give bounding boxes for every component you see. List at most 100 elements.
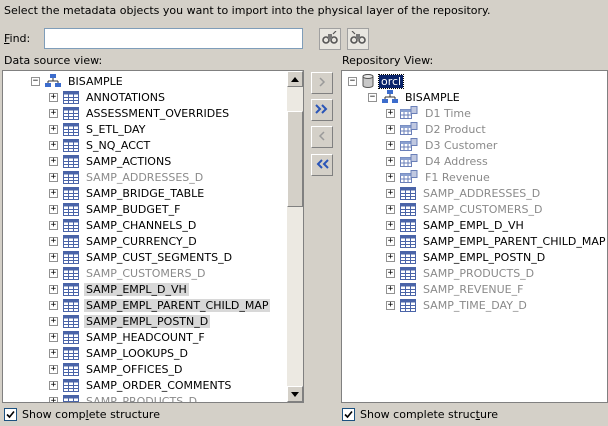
rv-show-complete-structure-checkbox[interactable]: Show complete structure	[342, 408, 498, 421]
expand-toggle-icon[interactable]: +	[49, 236, 58, 246]
expand-toggle-icon[interactable]: +	[386, 268, 395, 278]
tree-item[interactable]: + SAMP_OFFICES_D	[49, 361, 184, 377]
expand-toggle-icon[interactable]: +	[49, 332, 58, 342]
tree-item[interactable]: + SAMP_CHANNELS_D	[49, 217, 198, 233]
expand-toggle-icon[interactable]: +	[49, 140, 58, 150]
expand-toggle-icon[interactable]: +	[386, 124, 395, 134]
tree-item[interactable]: + SAMP_ADDRESSES_D	[386, 185, 542, 201]
expand-toggle-icon[interactable]: +	[49, 204, 58, 214]
tree-item[interactable]: + SAMP_EMPL_POSTN_D	[386, 249, 547, 265]
checkbox-checked-icon[interactable]	[4, 408, 17, 421]
binoculars-icon	[322, 30, 338, 48]
tree-item[interactable]: + S_NQ_ACCT	[49, 137, 152, 153]
expand-toggle-icon[interactable]: +	[49, 172, 58, 182]
cube-icon	[400, 138, 418, 152]
tree-item[interactable]: + SAMP_HEADCOUNT_F	[49, 329, 207, 345]
tree-item[interactable]: + SAMP_EMPL_PARENT_CHILD_MAP	[386, 233, 607, 249]
tree-node-bisample[interactable]: − BISAMPLE	[31, 73, 125, 89]
expand-toggle-icon[interactable]: +	[49, 300, 58, 310]
expand-toggle-icon[interactable]: +	[386, 300, 395, 310]
expand-toggle-icon[interactable]: +	[49, 108, 58, 118]
data-source-scrollbar[interactable]	[287, 71, 303, 402]
tree-item-label: SAMP_PRODUCTS_D	[86, 394, 198, 403]
remove-all-button[interactable]	[311, 154, 333, 176]
tree-item[interactable]: + ANNOTATIONS	[49, 89, 167, 105]
expand-toggle-icon[interactable]: +	[49, 252, 58, 262]
ds-show-complete-structure-checkbox[interactable]: Show complete structure	[4, 408, 160, 421]
expand-toggle-icon[interactable]: +	[386, 172, 395, 182]
schema-icon	[382, 90, 398, 104]
tree-item-label: SAMP_HEADCOUNT_F	[86, 330, 205, 344]
expand-toggle-icon[interactable]: +	[386, 108, 395, 118]
expand-toggle-icon[interactable]: +	[386, 236, 395, 246]
expand-toggle-icon[interactable]: +	[386, 220, 395, 230]
expand-toggle-icon[interactable]: +	[49, 124, 58, 134]
tree-item[interactable]: + SAMP_BUDGET_F	[49, 201, 182, 217]
tree-item[interactable]: + D4 Address	[386, 153, 490, 169]
tree-item[interactable]: + SAMP_CUSTOMERS_D	[49, 265, 207, 281]
scroll-thumb[interactable]	[287, 111, 303, 207]
expand-toggle-icon[interactable]: +	[386, 204, 395, 214]
expand-toggle-icon[interactable]: +	[49, 348, 58, 358]
expand-toggle-icon[interactable]: +	[386, 140, 395, 150]
tree-item[interactable]: + SAMP_ORDER_COMMENTS	[49, 377, 233, 393]
collapse-toggle-icon[interactable]: −	[31, 76, 40, 86]
tree-item-label: ANNOTATIONS	[86, 90, 166, 104]
tree-item[interactable]: + SAMP_EMPL_PARENT_CHILD_MAP	[49, 297, 271, 313]
expand-toggle-icon[interactable]: +	[49, 188, 58, 198]
scroll-up-button[interactable]	[287, 71, 303, 87]
tree-item[interactable]: + SAMP_PRODUCTS_D	[386, 265, 536, 281]
tree-item[interactable]: + SAMP_BRIDGE_TABLE	[49, 185, 206, 201]
tree-item-label: SAMP_EMPL_PARENT_CHILD_MAP	[423, 234, 606, 248]
tree-item[interactable]: + SAMP_CUSTOMERS_D	[386, 201, 544, 217]
checkbox-checked-icon[interactable]	[342, 408, 355, 421]
find-next-button[interactable]	[319, 28, 341, 50]
expand-toggle-icon[interactable]: +	[49, 380, 58, 390]
tree-node-orcl[interactable]: − orcl	[348, 73, 405, 89]
tree-item[interactable]: + D2 Product	[386, 121, 488, 137]
tree-item[interactable]: + SAMP_PRODUCTS_D	[49, 393, 199, 403]
repository-tree[interactable]: − orcl − BISAMPLE + D1 Time + D2 Product + D3…	[341, 70, 608, 403]
tree-item[interactable]: + SAMP_EMPL_D_VH	[386, 217, 526, 233]
data-source-tree[interactable]: − BISAMPLE + ANNOTATIONS + ASSESSMENT_OVERR…	[2, 70, 304, 403]
remove-selected-button[interactable]	[311, 126, 333, 148]
table-icon	[63, 218, 79, 232]
tree-item[interactable]: + SAMP_LOOKUPS_D	[49, 345, 190, 361]
tree-item[interactable]: + SAMP_CURRENCY_D	[49, 233, 199, 249]
import-all-button[interactable]	[311, 99, 333, 121]
expand-toggle-icon[interactable]: +	[49, 284, 58, 294]
schema-icon	[45, 74, 61, 88]
tree-item[interactable]: + S_ETL_DAY	[49, 121, 147, 137]
expand-toggle-icon[interactable]: +	[386, 284, 395, 294]
expand-toggle-icon[interactable]: +	[49, 316, 58, 326]
scroll-down-button[interactable]	[287, 386, 303, 402]
import-selected-button[interactable]	[311, 72, 333, 94]
collapse-toggle-icon[interactable]: −	[368, 92, 377, 102]
expand-toggle-icon[interactable]: +	[386, 156, 395, 166]
expand-toggle-icon[interactable]: +	[386, 188, 395, 198]
collapse-toggle-icon[interactable]: −	[348, 76, 357, 86]
tree-item[interactable]: + SAMP_TIME_DAY_D	[386, 297, 529, 313]
tree-item-label: SAMP_BRIDGE_TABLE	[86, 186, 205, 200]
tree-item[interactable]: + SAMP_REVENUE_F	[386, 281, 525, 297]
expand-toggle-icon[interactable]: +	[49, 156, 58, 166]
tree-item[interactable]: + SAMP_ACTIONS	[49, 153, 173, 169]
expand-toggle-icon[interactable]: +	[49, 364, 58, 374]
expand-toggle-icon[interactable]: +	[49, 268, 58, 278]
tree-item[interactable]: + ASSESSMENT_OVERRIDES	[49, 105, 231, 121]
tree-item[interactable]: + SAMP_CUST_SEGMENTS_D	[49, 249, 234, 265]
tree-item[interactable]: + F1 Revenue	[386, 169, 492, 185]
tree-item[interactable]: + D1 Time	[386, 105, 473, 121]
chevron-left-icon	[317, 130, 327, 144]
tree-node-bisample[interactable]: − BISAMPLE	[368, 89, 462, 105]
find-input[interactable]	[44, 28, 303, 49]
find-previous-button[interactable]	[347, 28, 369, 50]
expand-toggle-icon[interactable]: +	[386, 252, 395, 262]
expand-toggle-icon[interactable]: +	[49, 92, 58, 102]
expand-toggle-icon[interactable]: +	[49, 220, 58, 230]
tree-item[interactable]: + SAMP_ADDRESSES_D	[49, 169, 205, 185]
expand-toggle-icon[interactable]: +	[49, 396, 58, 402]
tree-item[interactable]: + D3 Customer	[386, 137, 499, 153]
tree-item[interactable]: + SAMP_EMPL_D_VH	[49, 281, 189, 297]
tree-item[interactable]: + SAMP_EMPL_POSTN_D	[49, 313, 211, 329]
